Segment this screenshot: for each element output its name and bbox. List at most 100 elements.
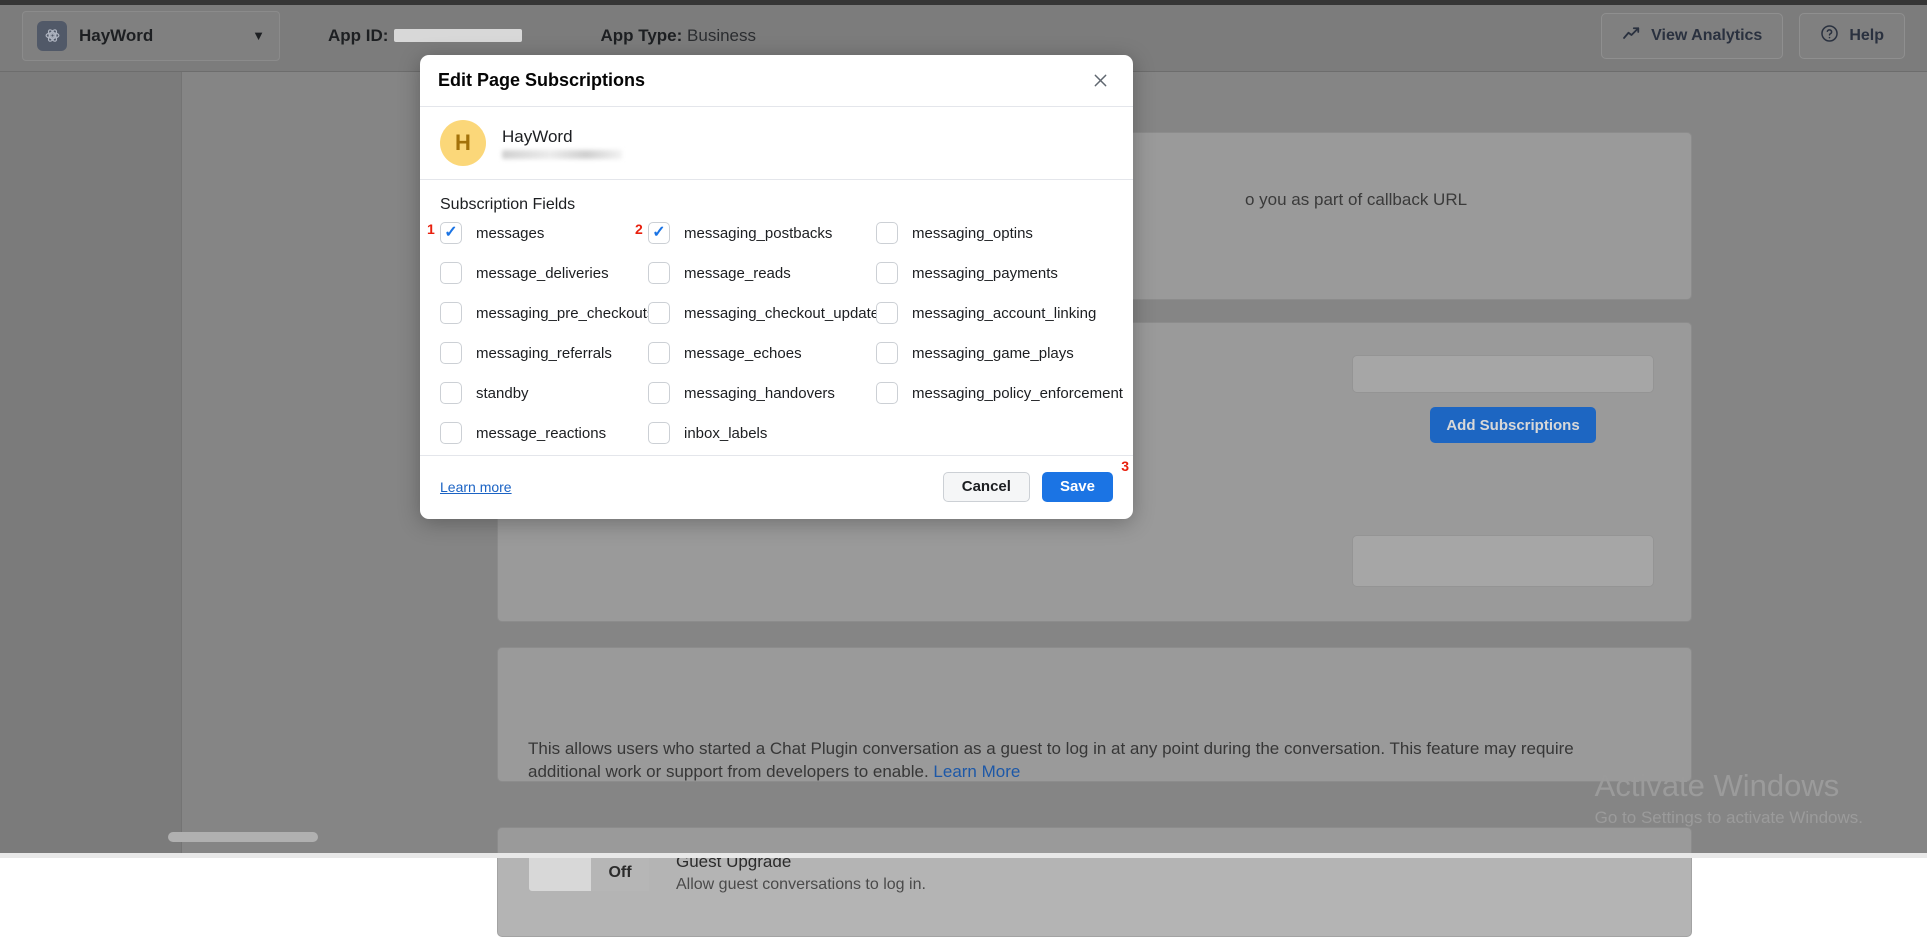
watermark-subtitle: Go to Settings to activate Windows. xyxy=(1594,808,1863,827)
subscription-field-messaging_checkout_updates[interactable]: messaging_checkout_updates xyxy=(648,302,887,324)
cancel-button[interactable]: Cancel xyxy=(942,471,1030,502)
subscription-field-inbox_labels[interactable]: inbox_labels xyxy=(648,422,876,444)
dialog-body: Subscription Fields 1 messages 2 messaging_… xyxy=(420,180,1133,455)
subscription-field-label: standby xyxy=(476,384,529,402)
guest-upgrade-toggle[interactable]: Off xyxy=(528,854,650,892)
subscription-field-messaging_payments[interactable]: messaging_payments xyxy=(876,262,1123,284)
subscription-field-message_deliveries[interactable]: message_deliveries xyxy=(440,262,648,284)
horizontal-scrollbar[interactable] xyxy=(168,832,318,842)
app-selector-label: HayWord xyxy=(79,25,154,45)
subscription-field-message_echoes[interactable]: message_echoes xyxy=(648,342,876,364)
subscription-field-messaging_policy_enforcement[interactable]: messaging_policy_enforcement xyxy=(876,382,1123,404)
question-circle-icon xyxy=(1820,24,1839,48)
avatar: H xyxy=(440,120,486,166)
view-analytics-button[interactable]: View Analytics xyxy=(1601,12,1784,59)
help-label: Help xyxy=(1849,26,1884,44)
subscription-field-label: messaging_referrals xyxy=(476,344,612,362)
app-type-block: App Type: Business xyxy=(600,26,756,46)
trending-up-icon xyxy=(1622,26,1641,46)
checkbox-icon[interactable] xyxy=(440,342,462,364)
page-id-blurred xyxy=(502,150,622,159)
subscription-field-messaging_postbacks[interactable]: 2 messaging_postbacks xyxy=(635,221,876,244)
checkbox-icon[interactable] xyxy=(648,262,670,284)
checkbox-icon[interactable] xyxy=(648,342,670,364)
subscription-field-label: messaging_checkout_updates xyxy=(684,304,887,322)
add-subscriptions-button[interactable]: Add Subscriptions xyxy=(1430,407,1596,443)
guest-login-learn-more-link[interactable]: Learn More xyxy=(933,762,1020,781)
learn-more-link[interactable]: Learn more xyxy=(440,479,512,495)
secondary-input[interactable] xyxy=(1352,535,1654,587)
subscription-field-messaging_optins[interactable]: messaging_optins xyxy=(876,222,1123,244)
app-id-block: App ID: xyxy=(328,25,523,46)
callback-url-input[interactable] xyxy=(1352,355,1654,393)
checkbox-icon[interactable] xyxy=(440,302,462,324)
dialog-header: Edit Page Subscriptions xyxy=(420,55,1133,107)
subscription-field-label: messaging_payments xyxy=(912,264,1058,282)
dialog-footer: Learn more Cancel Save 3 xyxy=(420,455,1133,517)
checkbox-icon[interactable] xyxy=(648,222,670,244)
page-identity-row: H HayWord xyxy=(420,107,1133,180)
annotation-2: 2 xyxy=(635,221,643,237)
checkbox-icon[interactable] xyxy=(876,382,898,404)
subscription-field-messaging_referrals[interactable]: messaging_referrals xyxy=(440,342,648,364)
subscription-field-standby[interactable]: standby xyxy=(440,382,648,404)
guest-login-text: This allows users who started a Chat Plu… xyxy=(528,739,1574,781)
page-name: HayWord xyxy=(502,127,573,146)
subscription-field-messaging_handovers[interactable]: messaging_handovers xyxy=(648,382,876,404)
checkbox-icon[interactable] xyxy=(876,302,898,324)
app-id-redacted-value xyxy=(394,29,523,42)
subscription-field-message_reactions[interactable]: message_reactions xyxy=(440,422,648,444)
guest-login-description: This allows users who started a Chat Plu… xyxy=(528,737,1608,783)
subscription-field-label: messaging_pre_checkouts xyxy=(476,304,655,322)
subscription-field-label: messaging_policy_enforcement xyxy=(912,384,1123,402)
subscription-field-label: messaging_account_linking xyxy=(912,304,1097,322)
page-meta: HayWord xyxy=(502,127,622,159)
atom-icon xyxy=(37,20,67,51)
subscription-field-label: messages xyxy=(476,224,545,242)
subscription-field-label: message_reactions xyxy=(476,424,607,442)
subscription-field-message_reads[interactable]: message_reads xyxy=(648,262,876,284)
dialog-actions: Cancel Save 3 xyxy=(942,458,1129,502)
app-type-value: Business xyxy=(687,25,757,45)
annotation-1: 1 xyxy=(427,221,435,237)
left-rail xyxy=(0,72,182,858)
guest-upgrade-labels: Guest Upgrade Allow guest conversations … xyxy=(676,852,926,894)
checkbox-icon[interactable] xyxy=(440,262,462,284)
topbar-actions: View Analytics Help xyxy=(1601,12,1905,59)
subscription-field-label: message_deliveries xyxy=(476,264,609,282)
subscription-fields-heading: Subscription Fields xyxy=(440,196,576,213)
subscription-field-label: messaging_handovers xyxy=(684,384,835,402)
app-id-label: App ID: xyxy=(328,25,389,45)
subscription-field-messages[interactable]: 1 messages xyxy=(427,221,648,244)
subscription-field-messaging_game_plays[interactable]: messaging_game_plays xyxy=(876,342,1123,364)
checkbox-icon[interactable] xyxy=(876,262,898,284)
guest-upgrade-subtitle: Allow guest conversations to log in. xyxy=(676,876,926,893)
close-icon[interactable] xyxy=(1085,66,1115,96)
checkbox-icon[interactable] xyxy=(648,382,670,404)
checkbox-icon[interactable] xyxy=(648,302,670,324)
checkbox-icon[interactable] xyxy=(440,422,462,444)
checkbox-icon[interactable] xyxy=(876,222,898,244)
edit-page-subscriptions-dialog: Edit Page Subscriptions H HayWord Subscr… xyxy=(420,55,1133,519)
subscription-field-label: messaging_postbacks xyxy=(684,224,833,242)
subscription-field-messaging_pre_checkouts[interactable]: messaging_pre_checkouts xyxy=(440,302,654,324)
subscription-field-messaging_account_linking[interactable]: messaging_account_linking xyxy=(876,302,1123,324)
app-selector-dropdown[interactable]: HayWord ▼ xyxy=(22,10,280,61)
checkbox-icon[interactable] xyxy=(440,382,462,404)
chevron-down-icon: ▼ xyxy=(252,28,265,43)
help-button[interactable]: Help xyxy=(1799,12,1905,59)
checkbox-icon[interactable] xyxy=(648,422,670,444)
checkbox-icon[interactable] xyxy=(440,222,462,244)
guest-upgrade-toggle-state: Off xyxy=(591,855,649,891)
window-bottom-edge xyxy=(0,853,1927,858)
app-type-label: App Type: xyxy=(600,25,683,45)
subscription-field-label: messaging_optins xyxy=(912,224,1033,242)
subscription-field-label: message_echoes xyxy=(684,344,802,362)
subscription-field-label: messaging_game_plays xyxy=(912,344,1074,362)
checkbox-icon[interactable] xyxy=(876,342,898,364)
subscription-field-label: inbox_labels xyxy=(684,424,768,442)
dialog-title: Edit Page Subscriptions xyxy=(438,70,646,90)
save-button[interactable]: Save xyxy=(1041,471,1113,502)
subscription-fields-grid: 1 messages 2 messaging_postbacks messaging_o… xyxy=(427,221,1123,444)
subscription-field-label: message_reads xyxy=(684,264,791,282)
